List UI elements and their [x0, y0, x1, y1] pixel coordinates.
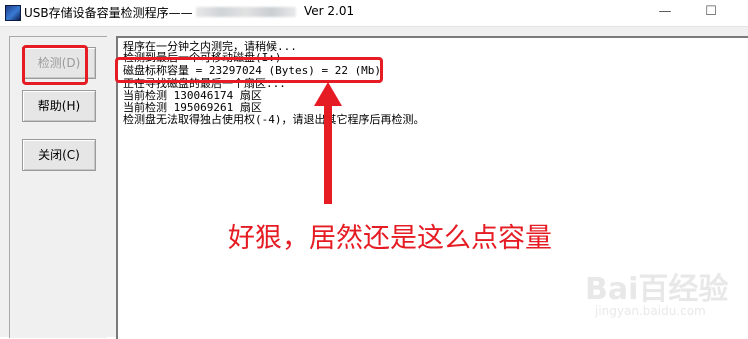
- annotation-text: 好狠，居然还是这么点容量: [228, 223, 552, 254]
- window-version: Ver 2.01: [304, 4, 355, 18]
- blurred-title-segment: [196, 7, 296, 17]
- minimize-icon: —: [658, 4, 672, 19]
- minimize-button[interactable]: —: [650, 2, 680, 22]
- close-button[interactable]: 关闭(C): [22, 139, 96, 171]
- app-window: USB存储设备容量检测程序—— Ver 2.01 — ☐ 检测(D) 帮助(H)…: [0, 0, 748, 339]
- title-bar: USB存储设备容量检测程序—— Ver 2.01 — ☐: [0, 0, 748, 27]
- maximize-button[interactable]: ☐: [696, 2, 726, 22]
- app-icon: [5, 5, 21, 21]
- watermark-url: jingyan.baidu.com: [595, 304, 706, 318]
- log-line: 检测盘无法取得独占使用权(-4)，请退出其它程序后再检测。: [123, 113, 425, 126]
- help-button[interactable]: 帮助(H): [22, 90, 96, 122]
- capacity-line-highlight-box: [115, 57, 383, 83]
- detect-button-highlight-box: [22, 45, 88, 85]
- maximize-icon: ☐: [705, 4, 717, 19]
- watermark-logo: Bai百经验 jingyan.baidu.com: [585, 258, 735, 326]
- watermark-text: Bai百经验: [585, 272, 729, 307]
- annotation-arrow-icon: [314, 82, 342, 204]
- window-title: USB存储设备容量检测程序——: [24, 6, 193, 20]
